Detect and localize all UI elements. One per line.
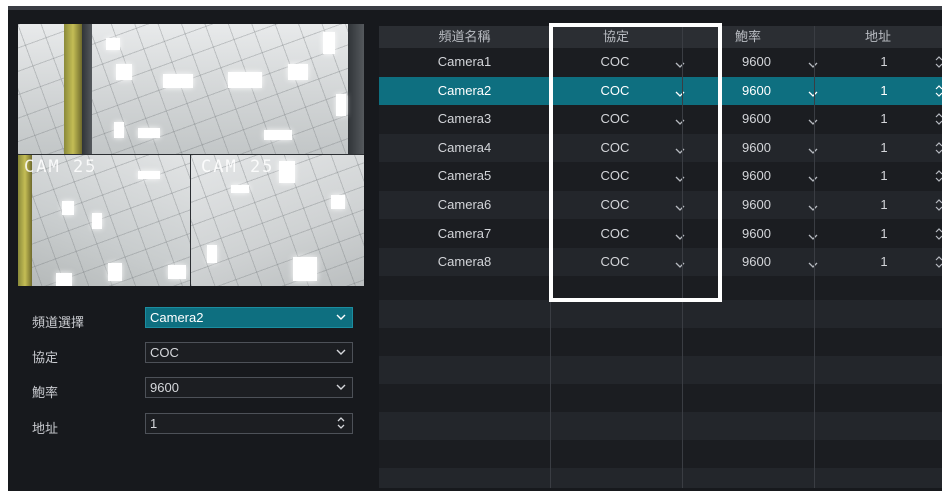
cell-baud-rate[interactable]: 9600 xyxy=(742,220,771,248)
spinner-up-down-icon[interactable] xyxy=(934,110,942,128)
spinner-up-down-icon[interactable] xyxy=(934,167,942,185)
cell-baud-rate[interactable]: 9600 xyxy=(742,162,771,190)
protocol-select-value: COC xyxy=(150,345,179,360)
header-channel-name: 頻道名稱 xyxy=(438,29,491,44)
camera-osd-label: CAM 25 xyxy=(201,157,275,177)
cell-address[interactable]: 1 xyxy=(814,134,942,162)
cell-address[interactable]: 1 xyxy=(814,248,942,276)
empty-row xyxy=(379,356,942,384)
cell-address[interactable]: 1 xyxy=(814,105,942,133)
cell-channel-name: Camera6 xyxy=(437,197,492,212)
address-spinner-value: 1 xyxy=(150,416,158,431)
protocol-select[interactable]: COC xyxy=(145,342,353,363)
header-address: 地址 xyxy=(864,29,891,44)
protocol-label: 協定 xyxy=(32,350,59,365)
camera-osd-label: CAM 25 xyxy=(24,157,98,177)
baud-rate-select[interactable]: 9600 xyxy=(145,377,353,398)
baud-rate-select-value: 9600 xyxy=(150,380,179,395)
channel-select-value: Camera2 xyxy=(150,310,204,325)
cell-channel-name: Camera5 xyxy=(437,168,492,184)
cell-address[interactable]: 1 xyxy=(814,48,942,76)
preview-pane-top xyxy=(18,24,364,155)
spinner-up-down-icon[interactable] xyxy=(334,415,348,431)
cell-channel-name: Camera3 xyxy=(437,111,492,127)
cell-baud-rate[interactable]: 9600 xyxy=(742,48,771,76)
preview-pane-bottom-left: CAM 25 xyxy=(18,155,191,286)
cell-baud-rate[interactable]: 9600 xyxy=(742,134,771,162)
channel-select[interactable]: Camera2 xyxy=(145,307,353,328)
ptz-settings-panel: CAM 25 CAM 25 頻道選擇 Camera2 協定 COC 鮑率 960… xyxy=(8,10,942,491)
chevron-down-icon xyxy=(334,309,348,325)
address-spinner[interactable]: 1 xyxy=(145,413,353,434)
cell-address[interactable]: 1 xyxy=(814,77,942,105)
spinner-up-down-icon[interactable] xyxy=(934,53,942,71)
chevron-down-icon xyxy=(334,344,348,360)
empty-row xyxy=(379,468,942,488)
preview-pane-bottom-right: CAM 25 xyxy=(191,155,364,286)
cell-baud-rate[interactable]: 9600 xyxy=(742,191,771,219)
empty-row xyxy=(379,300,942,328)
spinner-up-down-icon[interactable] xyxy=(934,139,942,157)
cell-address[interactable]: 1 xyxy=(814,220,942,248)
chevron-down-icon xyxy=(334,379,348,395)
empty-row xyxy=(379,412,942,440)
cell-channel-name: Camera2 xyxy=(437,82,492,98)
baud-rate-label: 鮑率 xyxy=(32,385,59,400)
address-label: 地址 xyxy=(32,421,59,436)
cell-baud-rate[interactable]: 9600 xyxy=(742,248,771,276)
cell-baud-rate[interactable]: 9600 xyxy=(742,105,771,133)
cell-channel-name: Camera7 xyxy=(437,225,492,241)
channel-select-label: 頻道選擇 xyxy=(32,315,85,330)
cell-baud-rate[interactable]: 9600 xyxy=(742,77,771,105)
column-divider xyxy=(814,26,815,488)
spinner-up-down-icon[interactable] xyxy=(934,225,942,243)
cell-channel-name: Camera8 xyxy=(437,254,492,270)
spinner-up-down-icon[interactable] xyxy=(934,82,942,100)
cell-address[interactable]: 1 xyxy=(814,162,942,190)
cell-channel-name: Camera4 xyxy=(437,139,492,155)
cell-channel-name: Camera1 xyxy=(437,54,492,69)
cell-address[interactable]: 1 xyxy=(814,191,942,219)
spinner-up-down-icon[interactable] xyxy=(934,253,942,271)
protocol-column-highlight xyxy=(549,23,722,302)
spinner-up-down-icon[interactable] xyxy=(934,196,942,214)
camera-preview: CAM 25 CAM 25 xyxy=(18,24,364,286)
